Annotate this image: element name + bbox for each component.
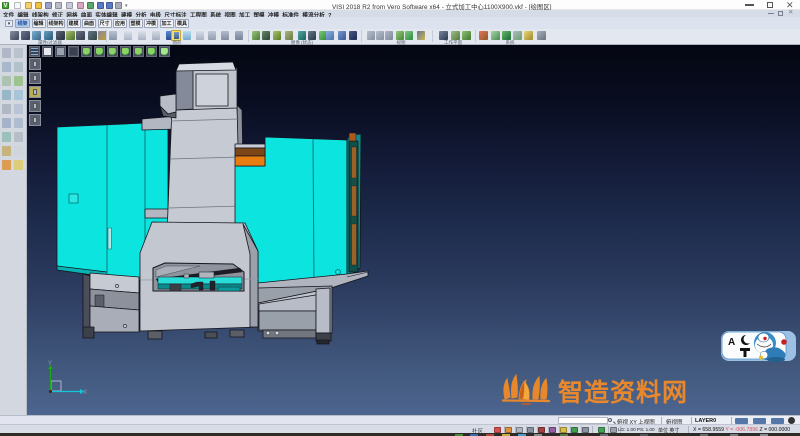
svg-text:X: X [83,390,87,396]
svg-text:智造资料网: 智造资料网 [558,378,688,407]
svg-text:Y: Y [48,361,52,367]
svg-text:A: A [728,337,735,348]
